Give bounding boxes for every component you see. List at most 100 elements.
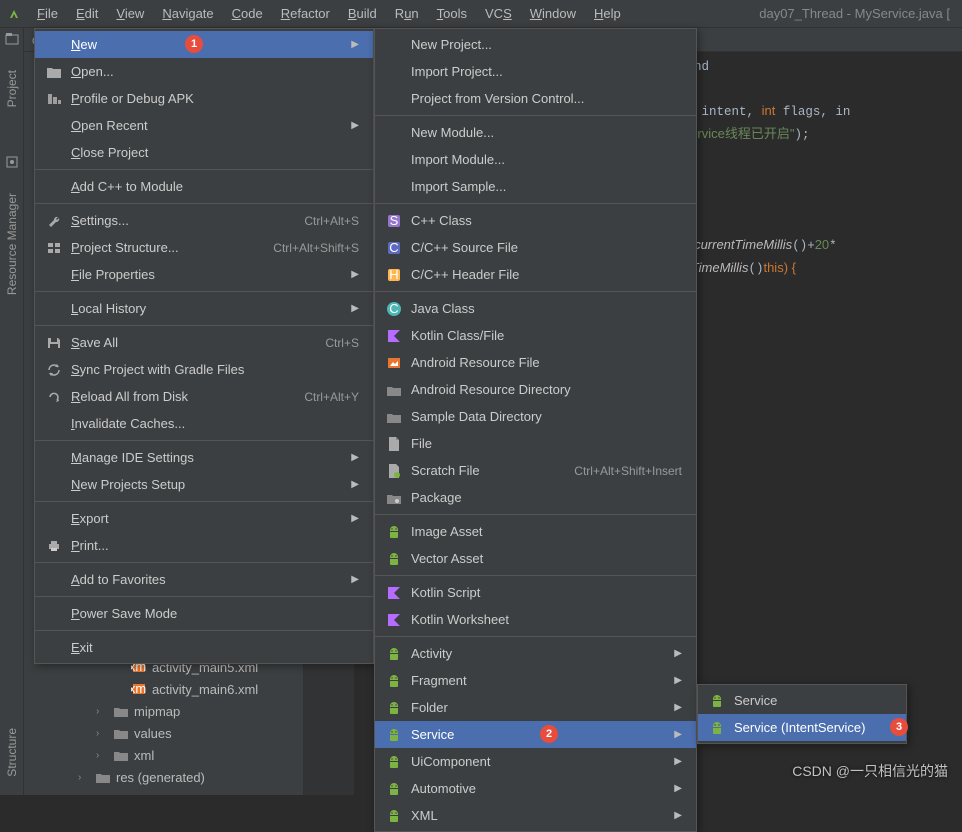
tree-row[interactable]: ›xml [96,744,303,766]
tree-row[interactable]: ›mipmap [96,700,303,722]
file-menu-item-open-[interactable]: Open... [35,58,373,85]
menu-build[interactable]: Build [339,2,386,25]
menu-item-label: Add C++ to Module [71,179,359,194]
new-menu-sep [375,115,696,116]
menu-window[interactable]: Window [521,2,585,25]
new-menu-item-c-c-header-file[interactable]: HC/C++ Header File [375,261,696,288]
profile-icon [45,90,63,108]
menu-item-label: Manage IDE Settings [71,450,343,465]
android-icon [385,645,403,663]
new-menu-item-android-resource-file[interactable]: Android Resource File [375,349,696,376]
new-menu-item-project-from-version-control-[interactable]: Project from Version Control... [375,85,696,112]
chevron-right-icon[interactable]: › [96,706,108,717]
file-menu-item-manage-ide-settings[interactable]: Manage IDE Settings▶ [35,444,373,471]
file-menu-item-exit[interactable]: Exit [35,634,373,661]
blank-icon [45,178,63,196]
new-menu-item-new-project-[interactable]: New Project... [375,31,696,58]
file-menu-item-open-recent[interactable]: Open Recent▶ [35,112,373,139]
chevron-right-icon[interactable]: › [78,772,90,783]
new-menu-item-uicomponent[interactable]: UiComponent▶ [375,748,696,775]
menu-item-label: Project from Version Control... [411,91,682,106]
new-menu-item-activity[interactable]: Activity▶ [375,640,696,667]
menu-help[interactable]: Help [585,2,630,25]
file-menu-item-print-[interactable]: Print... [35,532,373,559]
new-menu-item-service[interactable]: Service▶2 [375,721,696,748]
blank-icon [45,510,63,528]
file-menu-item-export[interactable]: Export▶ [35,505,373,532]
menu-file[interactable]: File [28,2,67,25]
new-menu-item-android-resource-directory[interactable]: Android Resource Directory [375,376,696,403]
new-menu-item-import-module-[interactable]: Import Module... [375,146,696,173]
menu-view[interactable]: View [107,2,153,25]
menu-item-label: Invalidate Caches... [71,416,359,431]
file-menu-item-file-properties[interactable]: File Properties▶ [35,261,373,288]
new-menu-item-import-project-[interactable]: Import Project... [375,58,696,85]
file-menu-item-local-history[interactable]: Local History▶ [35,295,373,322]
file-menu-item-save-all[interactable]: Save AllCtrl+S [35,329,373,356]
menu-item-label: Import Module... [411,152,682,167]
new-menu-item-kotlin-class-file[interactable]: Kotlin Class/File [375,322,696,349]
new-menu-item-c-class[interactable]: SC++ Class [375,207,696,234]
file-menu-item-project-structure-[interactable]: Project Structure...Ctrl+Alt+Shift+S [35,234,373,261]
new-menu-item-kotlin-worksheet[interactable]: Kotlin Worksheet [375,606,696,633]
tree-row[interactable]: ›values [96,722,303,744]
new-menu-item-import-sample-[interactable]: Import Sample... [375,173,696,200]
shortcut: Ctrl+Alt+Shift+Insert [574,464,682,478]
new-menu-item-fragment[interactable]: Fragment▶ [375,667,696,694]
new-menu-item-automotive[interactable]: Automotive▶ [375,775,696,802]
chevron-right-icon[interactable]: › [96,728,108,739]
new-menu-item-vector-asset[interactable]: Vector Asset [375,545,696,572]
menu-tools[interactable]: Tools [428,2,476,25]
svc-menu-item-service[interactable]: Service [698,687,906,714]
resmgr-tool-icon[interactable] [5,155,19,169]
svc-menu-item-service-intentservice-[interactable]: Service (IntentService)3 [698,714,906,741]
file-menu-item-reload-all-from-disk[interactable]: Reload All from DiskCtrl+Alt+Y [35,383,373,410]
new-menu-item-sample-data-directory[interactable]: Sample Data Directory [375,403,696,430]
new-menu-item-scratch-file[interactable]: Scratch FileCtrl+Alt+Shift+Insert [375,457,696,484]
file-menu-item-new-projects-setup[interactable]: New Projects Setup▶ [35,471,373,498]
menu-refactor[interactable]: Refactor [272,2,339,25]
resmgr-tool-label[interactable]: Resource Manager [5,193,19,295]
new-menu-item-image-asset[interactable]: Image Asset [375,518,696,545]
file-menu-item-invalidate-caches-[interactable]: Invalidate Caches... [35,410,373,437]
new-menu-item-java-class[interactable]: CJava Class [375,295,696,322]
structure-tool-label[interactable]: Structure [5,728,19,777]
new-menu-item-folder[interactable]: Folder▶ [375,694,696,721]
chevron-right-icon[interactable]: › [96,750,108,761]
menu-navigate[interactable]: Navigate [153,2,222,25]
tree-row[interactable]: xmlactivity_main6.xml [114,678,303,700]
menu-item-label: Java Class [411,301,682,316]
blank-icon [45,605,63,623]
file-menu-item-power-save-mode[interactable]: Power Save Mode [35,600,373,627]
file-menu-sep [35,291,373,292]
menu-run[interactable]: Run [386,2,428,25]
menu-item-label: C/C++ Source File [411,240,682,255]
menu-vcs[interactable]: VCS [476,2,521,25]
project-tool-icon[interactable] [5,32,19,46]
menu-item-label: New Projects Setup [71,477,343,492]
submenu-arrow-icon: ▶ [351,120,359,131]
new-menu-item-file[interactable]: File [375,430,696,457]
file-menu-item-add-to-favorites[interactable]: Add to Favorites▶ [35,566,373,593]
file-menu-item-add-c-to-module[interactable]: Add C++ to Module [35,173,373,200]
file-menu-item-profile-or-debug-apk[interactable]: Profile or Debug APK [35,85,373,112]
new-menu-item-new-module-[interactable]: New Module... [375,119,696,146]
menu-edit[interactable]: Edit [67,2,107,25]
tree-row[interactable]: ›res (generated) [78,766,303,788]
kotlin-icon [385,327,403,345]
file-menu-item-close-project[interactable]: Close Project [35,139,373,166]
adir-icon [385,381,403,399]
file-menu-item-sync-project-with-gradle-files[interactable]: Sync Project with Gradle Files [35,356,373,383]
new-menu-item-package[interactable]: Package [375,484,696,511]
new-menu-item-kotlin-script[interactable]: Kotlin Script [375,579,696,606]
menu-code[interactable]: Code [223,2,272,25]
new-menu-item-xml[interactable]: XML▶ [375,802,696,829]
window-title: day07_Thread - MyService.java [ [759,6,956,21]
menu-item-label: Exit [71,640,359,655]
file-menu-item-new[interactable]: New▶1 [35,31,373,58]
project-tool-label[interactable]: Project [5,70,19,107]
menu-item-label: Service (IntentService) [734,720,892,735]
file-menu-item-settings-[interactable]: Settings...Ctrl+Alt+S [35,207,373,234]
new-menu-sep [375,203,696,204]
new-menu-item-c-c-source-file[interactable]: CC/C++ Source File [375,234,696,261]
